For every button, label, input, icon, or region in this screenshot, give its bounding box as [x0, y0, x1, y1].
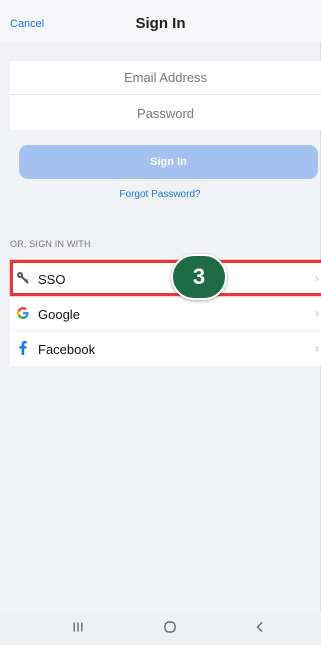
facebook-label: Facebook: [38, 342, 96, 357]
sso-option[interactable]: SSO ›: [10, 261, 321, 296]
facebook-icon: [15, 340, 31, 356]
alt-signin-heading: OR, SIGN IN WITH: [10, 239, 91, 249]
step-badge: 3: [171, 254, 227, 300]
credentials-form: [10, 61, 321, 130]
password-field[interactable]: [10, 96, 321, 130]
key-icon: [15, 270, 31, 286]
chevron-right-icon: ›: [315, 306, 319, 320]
page-title: Sign In: [135, 15, 186, 32]
sign-in-screen: Cancel Sign In Sign In Forgot Password? …: [0, 0, 321, 645]
chevron-right-icon: ›: [315, 271, 319, 285]
chevron-right-icon: ›: [315, 341, 319, 355]
facebook-option[interactable]: Facebook ›: [10, 331, 321, 366]
alt-signin-list: SSO › Google › Facebook ›: [10, 261, 321, 366]
back-icon[interactable]: [248, 617, 272, 637]
recents-icon[interactable]: [66, 617, 90, 637]
home-icon[interactable]: [158, 617, 182, 637]
system-nav-bar: [0, 611, 321, 645]
header-bar: Cancel Sign In: [0, 0, 321, 42]
google-label: Google: [38, 307, 80, 322]
forgot-password-link[interactable]: Forgot Password?: [0, 189, 320, 200]
sign-in-button[interactable]: Sign In: [19, 145, 318, 179]
sso-label: SSO: [38, 272, 66, 287]
email-field[interactable]: [10, 61, 321, 95]
google-icon: [15, 305, 31, 321]
google-option[interactable]: Google ›: [10, 296, 321, 331]
